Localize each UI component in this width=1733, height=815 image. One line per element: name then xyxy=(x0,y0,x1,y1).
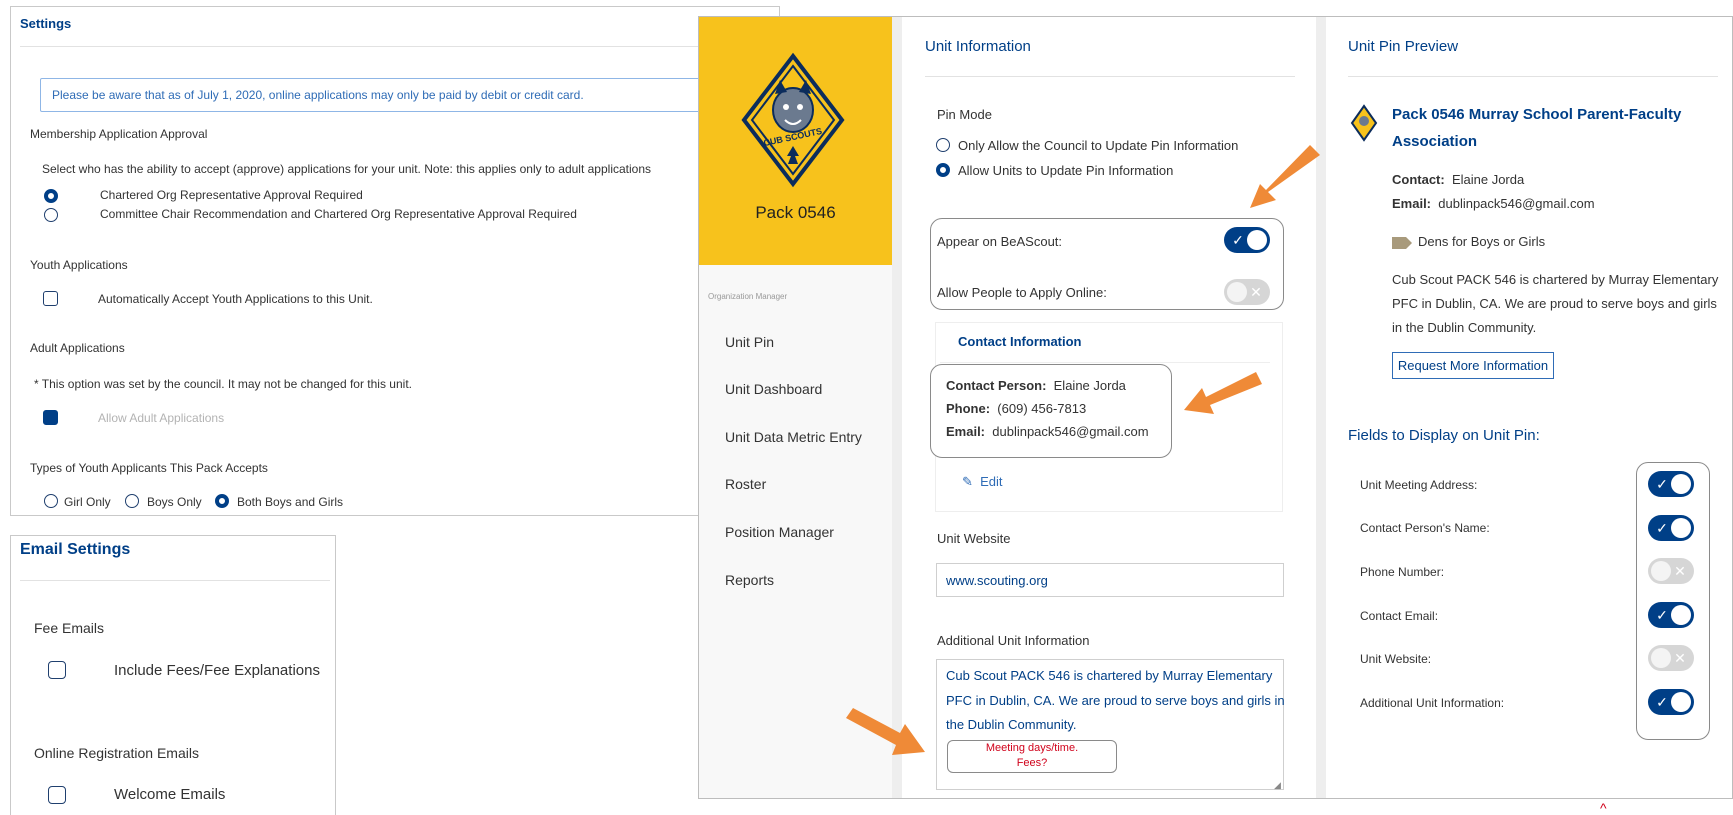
arrow-to-callout xyxy=(846,708,925,755)
arrow-to-beascout-toggle xyxy=(1250,145,1320,208)
annotation-arrows xyxy=(846,145,1320,755)
arrow-to-contact-info xyxy=(1184,372,1262,414)
